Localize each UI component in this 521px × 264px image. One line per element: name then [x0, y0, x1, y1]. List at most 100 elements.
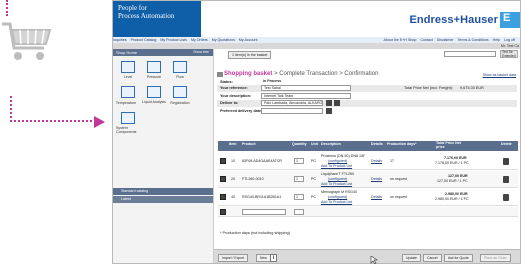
delete-icon[interactable]: [503, 158, 509, 165]
configured-link[interactable]: (configured): [328, 177, 347, 181]
description-label: Your description:: [220, 94, 252, 98]
sidebar-section-standard-catalog[interactable]: Standard catalog: [113, 188, 213, 195]
delete-icon[interactable]: [503, 176, 509, 183]
browser-window: People for Process Automation Endress+Ha…: [112, 0, 521, 264]
sidebar-item-pressure[interactable]: Pressure: [142, 75, 166, 79]
details-link[interactable]: Details: [371, 177, 382, 181]
menu-product-lists[interactable]: My Product Lists: [160, 38, 187, 42]
configured-link[interactable]: (configured): [328, 159, 347, 163]
breadcrumb-complete-transaction: Complete Transaction: [279, 71, 338, 77]
brand-tagline-1: People for: [118, 4, 147, 12]
link-disclaimer[interactable]: Disclaimer: [437, 38, 454, 42]
ask-for-quote-button[interactable]: Ask for Quote: [444, 254, 473, 262]
search-button[interactable]: Text Se Extended: [500, 50, 518, 58]
link-help[interactable]: Help: [493, 38, 500, 42]
row-expand-icon[interactable]: [220, 176, 226, 182]
preferred-date-input[interactable]: [261, 108, 323, 114]
sidebar-item-liquid-analysis[interactable]: Liquid Analysis: [142, 100, 166, 104]
add-to-product-list-link[interactable]: Add To Product List: [321, 182, 352, 186]
update-button[interactable]: Update: [402, 254, 421, 262]
link-log-off[interactable]: Log off: [504, 38, 515, 42]
registration-icon[interactable]: [173, 86, 187, 98]
menu-orders[interactable]: My Orders: [191, 38, 208, 42]
new-product-input[interactable]: [242, 209, 286, 215]
system-components-icon[interactable]: [121, 112, 135, 124]
row-unit-price: 7.176,00 EUR / 1 PC: [435, 161, 469, 165]
flow-icon[interactable]: [173, 61, 187, 73]
delete-icon[interactable]: [503, 194, 509, 201]
menu-account[interactable]: My Account: [239, 38, 258, 42]
col-product: Product: [242, 142, 256, 146]
total-price-value: 9,675.03 EUR: [460, 86, 484, 90]
row-item: 10: [231, 159, 235, 163]
total-price-label: Total Price Net (incl. Freight):: [404, 86, 453, 90]
show-tree-link[interactable]: Show tree: [193, 49, 209, 56]
basket-count-button[interactable]: 1 item(s) in the basket: [228, 51, 272, 59]
deliver-to-label: Deliver to:: [220, 101, 239, 105]
add-to-product-list-link[interactable]: Add To Product List: [321, 164, 352, 168]
menu-quotations[interactable]: My Quotations: [212, 38, 235, 42]
address-edit-icon[interactable]: [326, 100, 332, 106]
liquid-analysis-icon[interactable]: [147, 86, 161, 98]
menu-inquiries[interactable]: Inquiries: [113, 38, 127, 42]
link-about-shop[interactable]: About the E+H Shop: [384, 38, 417, 42]
row-item: 40: [231, 195, 235, 199]
new-button[interactable]: New: [256, 254, 271, 262]
row-description: Liquiphant T FTL260: [321, 172, 355, 176]
quantity-input[interactable]: 1: [294, 158, 304, 164]
col-total-price: Total Price Net price: [436, 141, 461, 149]
col-delete: Delete: [501, 142, 512, 146]
add-to-product-list-link[interactable]: Add To Product List: [321, 200, 352, 204]
place-order-button[interactable]: Place an Order: [480, 254, 511, 262]
link-terms[interactable]: Terms & Conditions: [457, 38, 488, 42]
basket-icon: [217, 72, 223, 77]
row-total-price: 127,00 EUR: [448, 174, 468, 178]
search-input[interactable]: [444, 51, 496, 57]
reference-input[interactable]: Test Sahal: [261, 85, 351, 91]
menu-product-catalog[interactable]: Product Catalog: [131, 38, 157, 42]
cancel-button[interactable]: Cancel: [423, 254, 442, 262]
row-production-days: 17: [390, 159, 394, 163]
shopping-cart-icon: [2, 22, 52, 60]
address-book-icon[interactable]: [334, 100, 340, 106]
new-quantity-input[interactable]: [294, 209, 304, 215]
link-contact[interactable]: Contact: [420, 38, 432, 42]
sidebar-item-flow[interactable]: Flow: [168, 75, 192, 79]
info-icon[interactable]: i: [270, 254, 277, 262]
preferred-date-label: Preferred delivery date:: [220, 109, 263, 113]
pointer-arrow-icon: [94, 116, 105, 128]
col-description: Description: [321, 142, 341, 146]
sidebar-item-level[interactable]: Level: [116, 75, 140, 79]
description-input[interactable]: Internet Talk Team: [261, 93, 351, 99]
user-name: Mr. Test Ca: [500, 44, 519, 48]
sidebar-item-registration[interactable]: Registration: [168, 101, 192, 105]
row-total-price: 7.176,00 EUR: [444, 156, 467, 160]
breadcrumb: Shopping basket > Complete Transaction >…: [224, 71, 378, 77]
configured-link[interactable]: (configured): [328, 195, 347, 199]
breadcrumb-confirmation: Confirmation: [344, 71, 379, 77]
col-unit: Unit: [311, 142, 318, 146]
deliver-to-select[interactable]: Palo Lambada, Alexandria, ALKAROISH: [261, 100, 323, 106]
level-icon[interactable]: [121, 61, 135, 73]
site-header: People for Process Automation Endress+Ha…: [113, 1, 520, 37]
details-link[interactable]: Details: [371, 159, 382, 163]
row-production-days: on request: [390, 195, 407, 199]
show-basket-data-link[interactable]: Show as basket data: [483, 73, 516, 77]
quantity-input[interactable]: 1: [294, 176, 304, 182]
row-expand-icon[interactable]: [220, 209, 226, 215]
brand-banner: People for Process Automation: [113, 1, 201, 37]
sidebar: Shop Home Show tree Level Pressure Flow …: [113, 49, 214, 263]
calendar-icon[interactable]: [326, 108, 332, 114]
details-link[interactable]: Details: [371, 195, 382, 199]
sidebar-section-latest[interactable]: Latest: [113, 196, 213, 203]
temperature-icon[interactable]: [121, 86, 135, 98]
import-export-button[interactable]: Import / Export: [218, 254, 249, 262]
quantity-input[interactable]: 1: [294, 194, 304, 200]
table-row: 20 FTL260-0010 1 PC Liquiphant T FTL260 …: [218, 171, 518, 188]
row-expand-icon[interactable]: [220, 194, 226, 200]
sidebar-item-temperature[interactable]: Temperature: [114, 101, 138, 105]
row-expand-icon[interactable]: [220, 158, 226, 164]
sidebar-title[interactable]: Shop Home: [116, 50, 137, 55]
sidebar-item-system-components[interactable]: System Components: [116, 126, 138, 134]
pressure-icon[interactable]: [147, 61, 161, 73]
